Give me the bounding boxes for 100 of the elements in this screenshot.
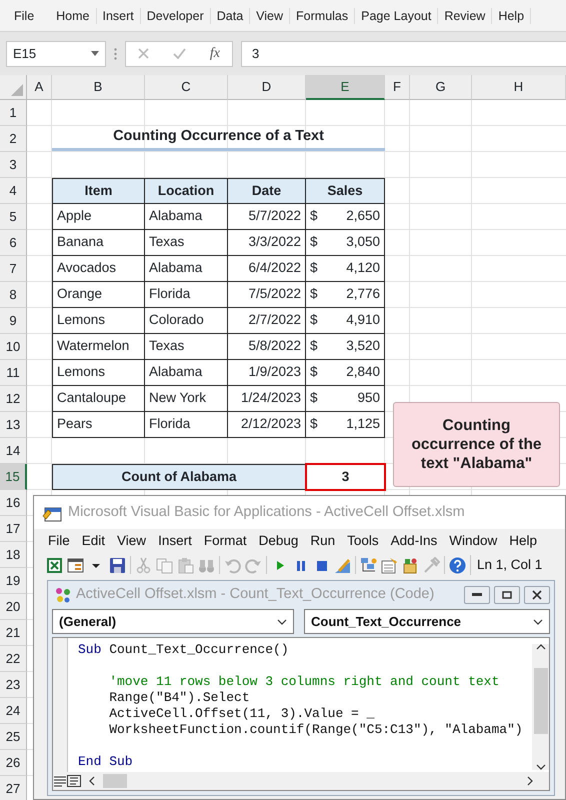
menu-item[interactable]: File [42,532,76,550]
object-dropdown[interactable]: (General) [52,609,294,634]
sheet-title: Counting Occurrence of a Text [52,126,385,151]
row-header[interactable]: 15 [0,464,27,490]
table-cell-text: 2,650 [346,207,380,226]
ribbon-tab[interactable]: File [8,8,50,24]
ribbon-tab[interactable]: Home [50,8,96,24]
row-header[interactable]: 16 [0,490,27,516]
column-header[interactable]: C [145,75,228,100]
row-header[interactable]: 12 [0,386,27,412]
row-header[interactable]: 23 [0,672,27,698]
design-mode-icon[interactable] [334,556,351,574]
column-header[interactable]: H [472,75,566,100]
row-header[interactable]: 24 [0,698,27,724]
code-line: Sub Count_Text_Occurrence() [78,642,289,658]
row-header[interactable]: 18 [0,542,27,568]
row-header[interactable]: 7 [0,256,27,282]
restore-button[interactable] [494,586,520,604]
column-header[interactable]: G [410,75,472,100]
vertical-scrollbar[interactable] [532,644,549,770]
row-header[interactable]: 4 [0,178,27,204]
procedure-view-icon[interactable] [53,775,67,787]
row-header[interactable]: 27 [0,776,27,800]
object-browser-icon[interactable] [402,556,419,574]
column-heading: Location [145,178,228,204]
column-header[interactable]: F [385,75,410,100]
row-header[interactable]: 22 [0,646,27,672]
column-header[interactable]: B [52,75,145,100]
excel-icon[interactable] [46,556,63,574]
summary-label: Count of Alabama [52,464,306,490]
table-cell: Apple [52,204,145,230]
scroll-thumb[interactable] [103,774,127,788]
row-header[interactable]: 20 [0,594,27,620]
properties-icon[interactable] [381,556,398,574]
project-explorer-icon[interactable] [360,556,377,574]
row-header[interactable]: 21 [0,620,27,646]
scroll-right-icon[interactable] [527,776,533,786]
module-view-icon[interactable] [67,775,81,787]
row-header[interactable]: 25 [0,724,27,750]
name-box[interactable]: E15 [6,40,106,66]
ribbon-tab[interactable]: Review [438,8,492,24]
table-cell: Avocados [52,256,145,282]
row-header[interactable]: 8 [0,282,27,308]
row-header[interactable]: 11 [0,360,27,386]
close-button[interactable] [524,586,550,604]
menu-item[interactable]: Edit [76,532,112,550]
table-cell: 1/9/2023 [228,360,306,386]
menu-item[interactable]: Insert [152,532,198,550]
menu-item[interactable]: Debug [252,532,304,550]
column-header[interactable]: D [228,75,306,100]
scroll-down-icon[interactable] [536,764,546,770]
ribbon-tab[interactable]: Help [492,8,532,24]
scroll-thumb[interactable] [534,668,548,734]
chevron-down-icon[interactable] [533,618,543,624]
row-header[interactable]: 9 [0,308,27,334]
menu-item[interactable]: View [111,532,152,550]
scroll-left-icon[interactable] [89,776,95,786]
row-header[interactable]: 10 [0,334,27,360]
horizontal-scrollbar[interactable] [89,774,533,788]
table-cell: Colorado [145,308,228,334]
menu-item[interactable]: Window [443,532,504,550]
row-header[interactable]: 2 [0,126,27,152]
help-icon[interactable] [449,556,466,574]
row-header[interactable]: 3 [0,152,27,178]
ribbon-tab[interactable]: View [250,8,290,24]
currency-symbol: $ [310,363,318,382]
row-header[interactable]: 6 [0,230,27,256]
menu-item[interactable]: Tools [341,532,385,550]
procedure-dropdown[interactable]: Count_Text_Occurrence [304,609,550,634]
menu-item[interactable]: Run [304,532,342,550]
scroll-up-icon[interactable] [536,644,546,650]
chevron-down-icon[interactable] [277,618,287,624]
menu-item[interactable]: Format [198,532,253,550]
row-header[interactable]: 13 [0,412,27,438]
currency-symbol: $ [310,259,318,278]
menu-item[interactable]: Help [503,532,543,550]
ribbon-tab[interactable]: Page Layout [355,8,438,24]
row-header[interactable]: 5 [0,204,27,230]
column-header[interactable]: E [306,75,385,100]
formula-field[interactable]: 3 [241,40,566,66]
row-header[interactable]: 26 [0,750,27,776]
save-icon[interactable] [109,556,126,574]
column-heading: Date [228,178,306,204]
row-header[interactable]: 17 [0,516,27,542]
menu-item[interactable]: Add-Ins [384,532,444,550]
ribbon-tab[interactable]: Insert [96,8,141,24]
column-header[interactable]: A [27,75,52,100]
row-header[interactable]: 14 [0,438,27,464]
ribbon-tab[interactable]: Developer [140,8,211,24]
form-icon[interactable] [67,556,84,574]
ribbon-tab[interactable]: Data [210,8,250,24]
module-icon [54,586,72,604]
table-cell: 6/4/2022 [228,256,306,282]
row-header[interactable]: 1 [0,100,27,126]
summary-value[interactable]: 3 [305,463,386,491]
callout-note: Counting occurrence of the text "Alabama" [393,402,560,487]
row-header[interactable]: 19 [0,568,27,594]
minimize-button[interactable] [464,586,490,604]
insert-function-button[interactable]: fx [210,43,220,64]
ribbon-tab[interactable]: Formulas [290,8,356,24]
